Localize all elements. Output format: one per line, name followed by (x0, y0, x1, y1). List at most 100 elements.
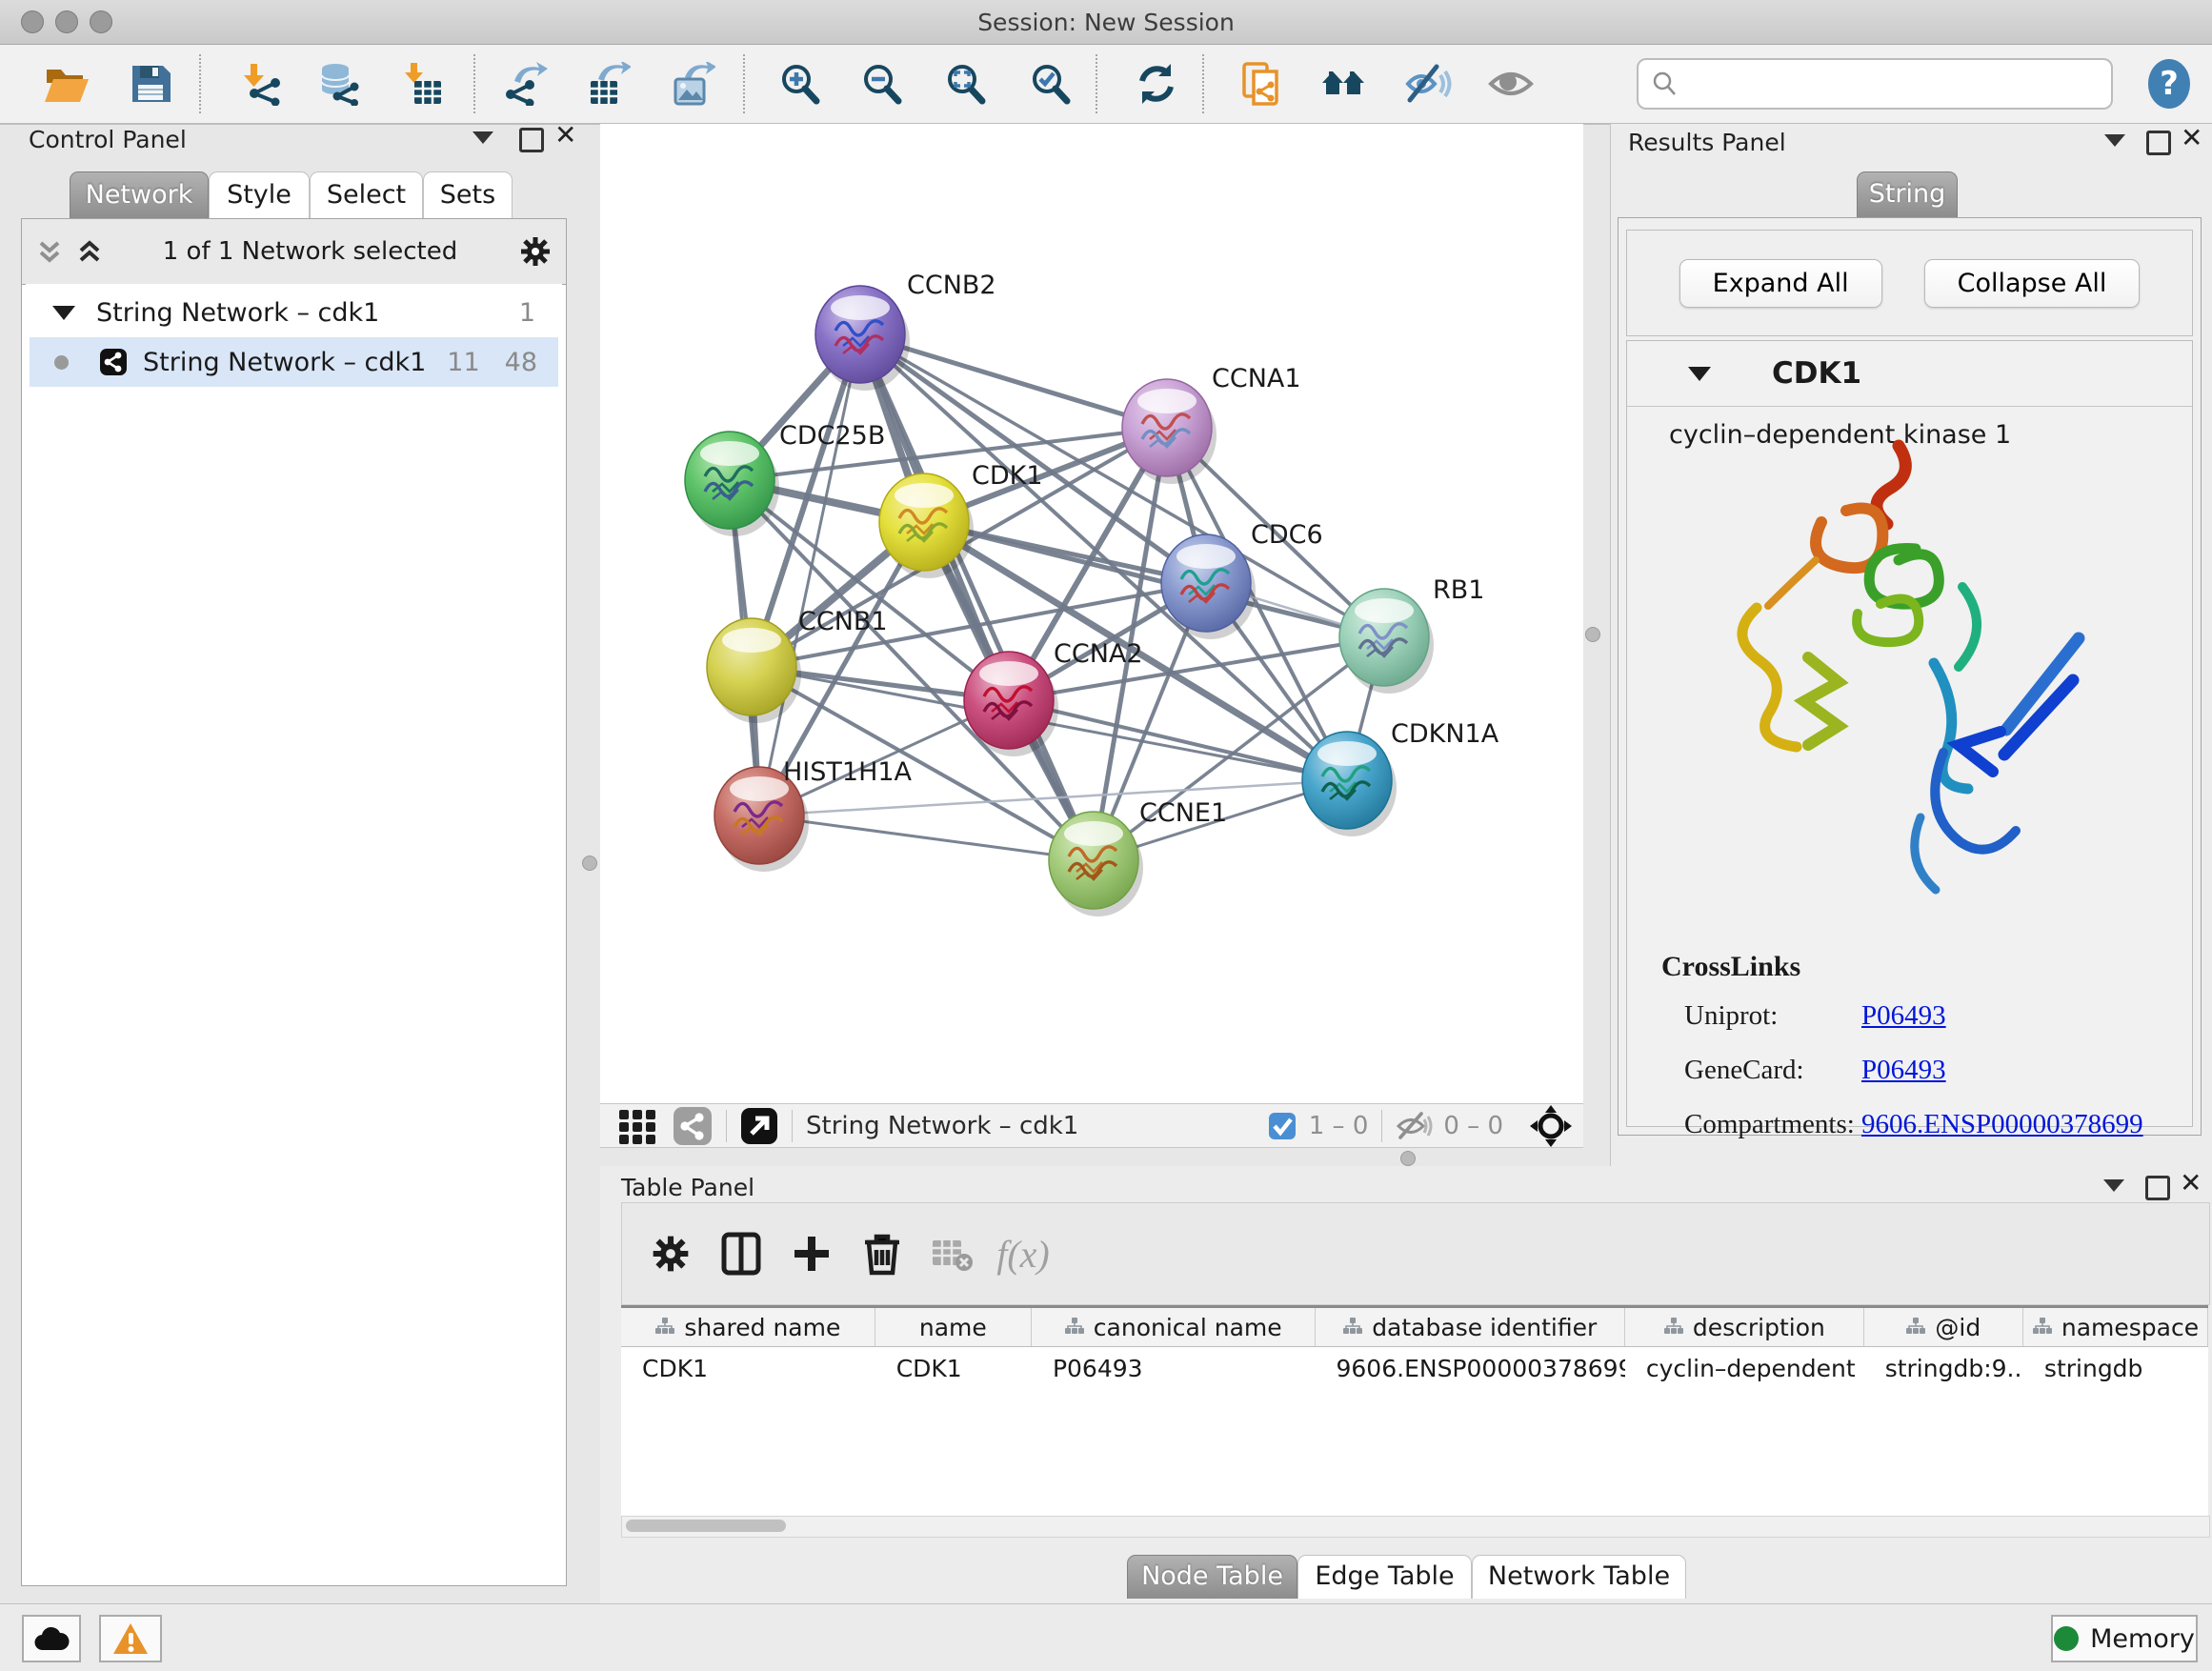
tree-expander-icon[interactable] (52, 306, 75, 320)
network-edge[interactable] (759, 815, 1094, 860)
tab-node-table[interactable]: Node Table (1127, 1555, 1297, 1599)
column-header-namespace[interactable]: namespace (2023, 1308, 2208, 1346)
results-panel-float-icon[interactable] (2146, 131, 2171, 155)
import-network-file-button[interactable] (234, 57, 288, 111)
table-cell[interactable]: 9606.ENSP00000378699 (1316, 1355, 1625, 1382)
control-panel-float-icon[interactable] (519, 128, 544, 152)
delete-column-button[interactable] (847, 1220, 917, 1287)
pan-crosshair-icon[interactable] (1528, 1103, 1574, 1149)
zoom-out-button[interactable] (855, 57, 909, 111)
column-header--id[interactable]: @id (1864, 1308, 2023, 1346)
table-row[interactable]: CDK1CDK1P064939606.ENSP00000378699cyclin… (621, 1347, 2208, 1389)
results-panel-collapse-icon[interactable] (2104, 134, 2125, 147)
table-header-row[interactable]: shared namenamecanonical namedatabase id… (621, 1308, 2208, 1347)
table-panel-close-icon[interactable]: ✕ (2180, 1174, 2202, 1193)
select-columns-button[interactable] (706, 1220, 776, 1287)
crosslink-link[interactable]: P06493 (1861, 1000, 1946, 1031)
zoom-fit-button[interactable] (939, 57, 993, 111)
column-header-database-identifier[interactable]: database identifier (1316, 1308, 1625, 1346)
search-input[interactable] (1686, 70, 2111, 98)
tab-select[interactable]: Select (310, 171, 423, 219)
control-panel-close-icon[interactable]: ✕ (554, 126, 576, 145)
show-eye-button[interactable] (1484, 57, 1538, 111)
column-header-canonical-name[interactable]: canonical name (1032, 1308, 1316, 1346)
cloud-status-button[interactable] (22, 1615, 81, 1662)
panel-splitter-handle[interactable] (582, 856, 597, 871)
expand-all-button[interactable]: Expand All (1679, 259, 1882, 308)
table-cell[interactable]: CDK1 (875, 1355, 1032, 1382)
section-expander-icon[interactable] (1688, 367, 1711, 381)
open-in-window-icon[interactable] (740, 1107, 778, 1145)
clone-network-button[interactable] (1236, 57, 1289, 111)
network-selection-bar: 1 of 1 Network selected (22, 219, 566, 285)
network-graph[interactable]: CCNB2CCNA1CDC25BCDK1CDC6RB1CCNB1CCNA2CDK… (600, 124, 1583, 1103)
column-header-shared-name[interactable]: shared name (621, 1308, 875, 1346)
network-canvas[interactable]: CCNB2CCNA1CDC25BCDK1CDC6RB1CCNB1CCNA2CDK… (600, 124, 1583, 1103)
table-horizontal-scrollbar[interactable] (621, 1516, 2210, 1538)
warnings-button[interactable] (99, 1615, 162, 1662)
save-session-button[interactable] (124, 57, 177, 111)
horizontal-splitter[interactable] (600, 1148, 1583, 1166)
import-network-database-button[interactable] (312, 57, 365, 111)
network-edge[interactable] (759, 334, 860, 815)
collapse-all-button[interactable]: Collapse All (1924, 259, 2141, 308)
tab-network[interactable]: Network (70, 171, 209, 219)
tab-string[interactable]: String (1857, 171, 1958, 217)
network-node-cdk1[interactable]: CDK1 (879, 461, 1043, 578)
network-node-rb1[interactable]: RB1 (1339, 575, 1484, 694)
tab-network-table[interactable]: Network Table (1472, 1555, 1686, 1599)
expand-all-chevron-icon[interactable] (77, 237, 102, 266)
open-session-button[interactable] (40, 57, 93, 111)
network-node-ccna1[interactable]: CCNA1 (1122, 364, 1301, 484)
results-panel-close-icon[interactable]: ✕ (2181, 129, 2202, 148)
table-panel-float-icon[interactable] (2145, 1176, 2170, 1200)
network-node-ccne1[interactable]: CCNE1 (1049, 798, 1227, 916)
network-node-cdc25b[interactable]: CDC25B (685, 421, 885, 536)
table-cell[interactable]: cyclin–dependent ... (1625, 1355, 1864, 1382)
export-image-button[interactable] (665, 57, 718, 111)
hide-selected-eye-button[interactable] (1401, 57, 1455, 111)
network-node-ccnb2[interactable]: CCNB2 (815, 271, 996, 391)
tab-sets[interactable]: Sets (423, 171, 513, 219)
import-table-file-button[interactable] (396, 57, 450, 111)
network-node-hist1h1a[interactable]: HIST1H1A (714, 757, 913, 872)
node-table[interactable]: shared namenamecanonical namedatabase id… (621, 1305, 2208, 1518)
table-cell[interactable]: stringdb (2023, 1355, 2208, 1382)
table-panel-collapse-icon[interactable] (2103, 1179, 2124, 1192)
panel-splitter-handle[interactable] (1585, 627, 1600, 642)
home-networks-button[interactable] (1317, 57, 1371, 111)
search-field (1637, 58, 2113, 110)
table-cell[interactable]: stringdb:9... (1864, 1355, 2023, 1382)
crosslink-label: Compartments: (1684, 1109, 1861, 1140)
add-column-button[interactable] (776, 1220, 847, 1287)
scrollbar-thumb[interactable] (626, 1520, 786, 1532)
network-node-cdc6[interactable]: CDC6 (1161, 520, 1323, 639)
network-options-gear-icon[interactable] (518, 234, 553, 269)
refresh-layout-button[interactable] (1130, 57, 1183, 111)
gene-section-header[interactable]: CDK1 (1627, 341, 2192, 407)
tab-edge-table[interactable]: Edge Table (1297, 1555, 1472, 1599)
network-collection-row[interactable]: String Network – cdk1 1 (30, 288, 558, 337)
crosslink-link[interactable]: P06493 (1861, 1055, 1946, 1085)
memory-button[interactable]: Memory (2051, 1615, 2198, 1662)
export-network-button[interactable] (498, 57, 552, 111)
table-cell[interactable]: P06493 (1032, 1355, 1316, 1382)
tab-style[interactable]: Style (209, 171, 310, 219)
table-cell[interactable]: CDK1 (621, 1355, 875, 1382)
column-header-name[interactable]: name (875, 1308, 1032, 1346)
control-panel-collapse-icon[interactable] (473, 131, 493, 144)
help-button[interactable]: ? (2145, 57, 2193, 111)
network-row-selected[interactable]: String Network – cdk1 11 48 (30, 337, 558, 387)
birds-eye-grid-icon[interactable] (617, 1106, 657, 1146)
table-settings-gear-button[interactable] (635, 1220, 706, 1287)
export-table-button[interactable] (580, 57, 633, 111)
collapse-all-chevron-icon[interactable] (37, 237, 62, 266)
zoom-selected-button[interactable] (1024, 57, 1077, 111)
selected-checkbox-icon[interactable] (1267, 1111, 1297, 1141)
column-header-description[interactable]: description (1625, 1308, 1864, 1346)
string-view-icon[interactable] (673, 1106, 713, 1146)
zoom-in-button[interactable] (774, 57, 827, 111)
crosslink-link[interactable]: 9606.ENSP00000378699 (1861, 1109, 2143, 1139)
network-node-cdkn1a[interactable]: CDKN1A (1302, 719, 1499, 836)
splitter-handle-dot[interactable] (1400, 1151, 1416, 1166)
